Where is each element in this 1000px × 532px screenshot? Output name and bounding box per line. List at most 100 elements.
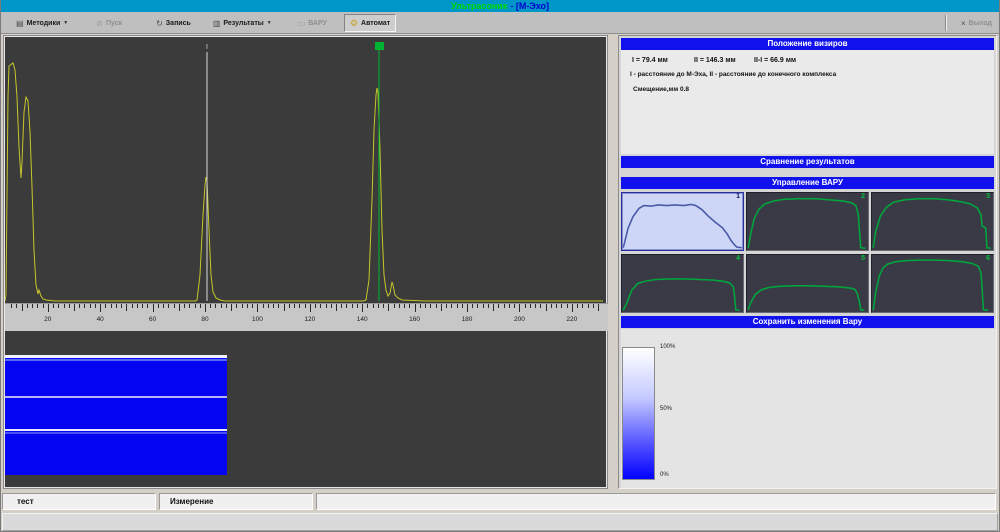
ruler-tick bbox=[299, 304, 300, 308]
results-button[interactable]: ▥Результаты▼ bbox=[208, 14, 277, 32]
colorbar-0-label: 0% bbox=[660, 472, 669, 478]
ruler-tick bbox=[326, 304, 327, 308]
colorbar-50-label: 50% bbox=[660, 406, 672, 412]
ruler-tick bbox=[493, 304, 494, 311]
ruler-tick bbox=[409, 304, 410, 308]
compare-results-button[interactable]: Сравнение результатов bbox=[621, 156, 994, 168]
ruler-tick bbox=[430, 304, 431, 308]
visors-box: I = 79.4 мм II = 146.3 мм II-I = 66.9 мм… bbox=[621, 50, 994, 154]
status-cell-test: тест bbox=[2, 493, 156, 510]
ruler-tick bbox=[346, 304, 347, 308]
varu-panel-6[interactable]: 6 bbox=[871, 254, 994, 313]
ruler-tick bbox=[598, 304, 599, 311]
varu-panel-3[interactable]: 3 bbox=[871, 192, 994, 251]
ruler-tick bbox=[467, 304, 468, 312]
varu-panel-4[interactable]: 4 bbox=[621, 254, 744, 313]
ruler-tick bbox=[126, 304, 127, 311]
close-icon: × bbox=[961, 19, 966, 28]
varu-control-header: Управление ВАРУ bbox=[621, 177, 994, 189]
ruler-tick bbox=[84, 304, 85, 308]
ruler-tick bbox=[446, 304, 447, 308]
ruler-tick bbox=[147, 304, 148, 308]
cursor-I-label: I bbox=[206, 44, 208, 51]
ruler-tick bbox=[137, 304, 138, 308]
x-axis-ruler: 20406080100120140160180200220 bbox=[5, 303, 608, 331]
ruler-tick bbox=[331, 304, 332, 308]
ruler-tick bbox=[525, 304, 526, 308]
ruler-tick bbox=[567, 304, 568, 308]
visor-description: I - расстояние до М-Эха, II - расстояние… bbox=[630, 71, 836, 78]
ruler-tick bbox=[121, 304, 122, 308]
ruler-tick bbox=[315, 304, 316, 308]
varu-curve-trace bbox=[623, 279, 739, 310]
ruler-tick bbox=[294, 304, 295, 308]
ruler-tick bbox=[168, 304, 169, 308]
ruler-tick bbox=[415, 304, 416, 312]
offset-value: Смещение,мм 0.8 bbox=[633, 86, 689, 93]
ruler-tick bbox=[236, 304, 237, 308]
ascan-chart[interactable]: I bbox=[5, 37, 608, 303]
start-label: Пуск bbox=[106, 20, 122, 27]
status-cell-measure: Измерение bbox=[159, 493, 313, 510]
ruler-tick bbox=[16, 304, 17, 308]
record-button[interactable]: ↻Запись bbox=[151, 14, 196, 32]
results-label: Результаты bbox=[223, 20, 263, 27]
ruler-tick bbox=[32, 304, 33, 308]
ruler-tick bbox=[231, 304, 232, 311]
status-cell-extra bbox=[316, 493, 996, 510]
auto-button[interactable]: ⚙Автомат bbox=[344, 14, 396, 32]
ruler-tick bbox=[221, 304, 222, 308]
ruler-tick bbox=[27, 304, 28, 308]
varu-panel-1[interactable]: 1 bbox=[621, 192, 744, 251]
app-window: Ультрасоник- [М-Эхо] ▤Методики▼⊘Пуск↻Зап… bbox=[0, 0, 1000, 532]
ruler-tick bbox=[540, 304, 541, 308]
ruler-tick bbox=[142, 304, 143, 308]
varu-label: ВАРУ bbox=[308, 20, 327, 27]
right-panel: Положение визиров I = 79.4 мм II = 146.3… bbox=[618, 35, 997, 489]
varu-curve-3 bbox=[872, 193, 993, 250]
record-icon: ↻ bbox=[156, 19, 163, 28]
methods-button[interactable]: ▤Методики▼ bbox=[11, 14, 73, 32]
ruler-tick bbox=[404, 304, 405, 308]
automat-icon: ⚙ bbox=[350, 18, 358, 29]
ruler-tick bbox=[588, 304, 589, 308]
ruler-tick bbox=[373, 304, 374, 308]
cursor-II-marker bbox=[375, 42, 384, 50]
ruler-tick bbox=[572, 304, 573, 312]
varu-panel-2[interactable]: 2 bbox=[746, 192, 869, 251]
start-button[interactable]: ⊘Пуск bbox=[91, 14, 127, 32]
varu-panel-number: 5 bbox=[861, 255, 865, 262]
ruler-tick bbox=[425, 304, 426, 308]
ruler-tick bbox=[58, 304, 59, 308]
ruler-tick bbox=[451, 304, 452, 308]
toolbar-separator bbox=[945, 15, 947, 31]
ruler-tick bbox=[111, 304, 112, 308]
ruler-tick bbox=[336, 304, 337, 311]
exit-button[interactable]: × Выход bbox=[961, 15, 992, 31]
ruler-tick bbox=[215, 304, 216, 308]
ruler-tick bbox=[247, 304, 248, 308]
varu-curve-2 bbox=[747, 193, 868, 250]
varu-curve-trace bbox=[873, 260, 988, 310]
varu-panel-number: 4 bbox=[736, 255, 740, 262]
varu-grid: 1 23 4 56 bbox=[621, 192, 996, 313]
ruler-tick bbox=[174, 304, 175, 308]
varu-panel-number: 2 bbox=[861, 193, 865, 200]
results-icon: ▥ bbox=[213, 19, 221, 28]
ruler-tick bbox=[153, 304, 154, 312]
save-varu-button[interactable]: Сохранить изменения Вару bbox=[621, 316, 994, 328]
ruler-tick bbox=[95, 304, 96, 308]
bscan-streak bbox=[5, 355, 227, 358]
bscan-image bbox=[5, 355, 227, 475]
visor-diff-value: II-I = 66.9 мм bbox=[754, 57, 796, 64]
ruler-tick bbox=[388, 304, 389, 311]
colorbar-100-label: 100% bbox=[660, 344, 675, 350]
ruler-tick bbox=[577, 304, 578, 308]
ruler-tick bbox=[64, 304, 65, 308]
varu-curve-trace bbox=[748, 199, 865, 249]
ruler-tick bbox=[252, 304, 253, 308]
varu-panel-5[interactable]: 5 bbox=[746, 254, 869, 313]
ruler-tick bbox=[200, 304, 201, 308]
varu-button[interactable]: ▭ВАРУ bbox=[293, 14, 332, 32]
ruler-tick bbox=[43, 304, 44, 308]
